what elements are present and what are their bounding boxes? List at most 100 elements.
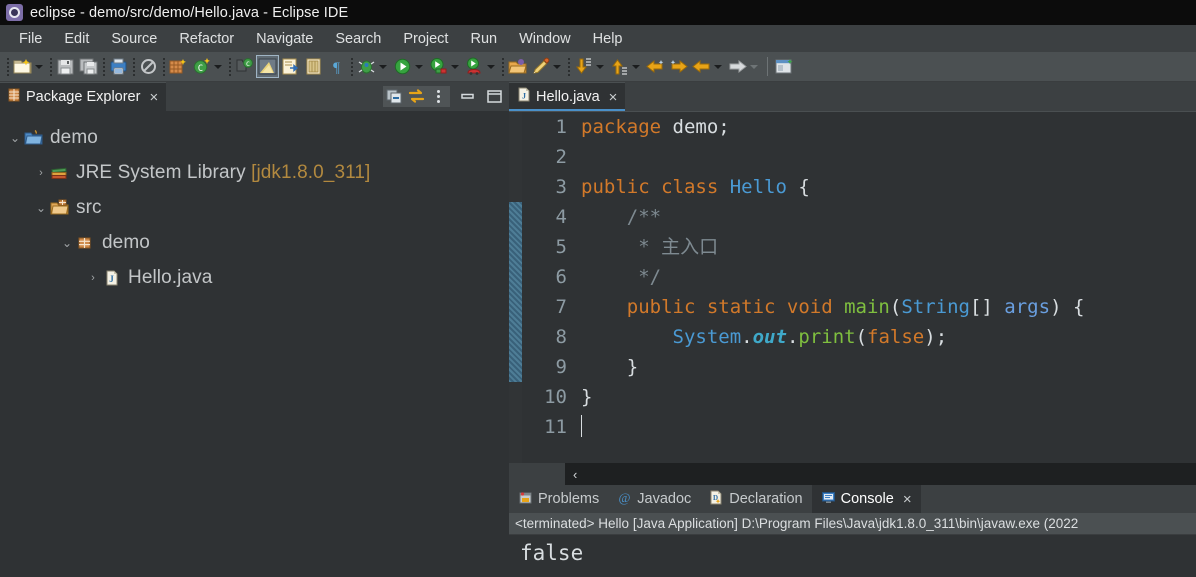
tab-declaration[interactable]: D Declaration bbox=[700, 485, 811, 513]
new-dropdown-arrow[interactable] bbox=[34, 57, 45, 77]
menu-search[interactable]: Search bbox=[324, 29, 392, 49]
minimize-icon[interactable] bbox=[458, 87, 477, 106]
tab-problems[interactable]: Problems bbox=[509, 485, 608, 513]
java-project-icon bbox=[24, 129, 44, 147]
eclipse-ide-window: eclipse - demo/src/demo/Hello.java - Ecl… bbox=[0, 0, 1196, 577]
server-dropdown-arrow[interactable] bbox=[486, 57, 497, 77]
last-edit-location-icon[interactable] bbox=[691, 56, 712, 77]
annotation-ruler[interactable] bbox=[509, 112, 522, 463]
search-icon[interactable] bbox=[530, 56, 551, 77]
show-whitespace-icon[interactable]: ¶ bbox=[326, 56, 347, 77]
toggle-mark-occurrences-icon[interactable] bbox=[303, 56, 324, 77]
chevron-right-icon[interactable]: › bbox=[84, 272, 102, 284]
line-number: 10 bbox=[544, 386, 567, 408]
open-resource-icon[interactable] bbox=[507, 56, 528, 77]
search-dropdown-arrow[interactable] bbox=[552, 57, 563, 77]
svg-text:¶: ¶ bbox=[333, 60, 340, 76]
open-type-icon[interactable]: C bbox=[234, 56, 255, 77]
previous-annotation-arrow[interactable] bbox=[631, 57, 642, 77]
maximize-icon[interactable] bbox=[485, 87, 504, 106]
line-content: } bbox=[581, 386, 593, 408]
debug-dropdown-arrow[interactable] bbox=[378, 57, 389, 77]
next-annotation-icon[interactable] bbox=[573, 56, 594, 77]
menu-source[interactable]: Source bbox=[100, 29, 168, 49]
tab-console[interactable]: Console × bbox=[811, 485, 921, 513]
package-icon bbox=[76, 234, 96, 252]
toolbar-separator bbox=[348, 57, 355, 77]
toolbar-separator bbox=[47, 57, 54, 77]
chevron-right-icon[interactable]: › bbox=[32, 167, 50, 179]
editor-horizontal-scrollbar[interactable]: ‹ bbox=[509, 463, 1196, 485]
menu-navigate[interactable]: Navigate bbox=[245, 29, 324, 49]
menu-refactor[interactable]: Refactor bbox=[168, 29, 245, 49]
print-icon[interactable] bbox=[108, 56, 129, 77]
menu-help[interactable]: Help bbox=[582, 29, 634, 49]
java-file-icon: J bbox=[102, 269, 122, 287]
forward-history-icon[interactable] bbox=[727, 56, 748, 77]
open-perspective-icon[interactable] bbox=[774, 56, 795, 77]
bottom-panel: Problems @ Javadoc D Declaration Console… bbox=[509, 485, 1196, 577]
chevron-down-icon[interactable]: ⌄ bbox=[32, 201, 50, 215]
tab-hello-java[interactable]: J Hello.java × bbox=[509, 82, 626, 112]
menu-file[interactable]: File bbox=[8, 29, 53, 49]
code-editor[interactable]: 1 package demo; 2 3 public class Hello { bbox=[509, 111, 1196, 463]
line-number: 8 bbox=[555, 326, 567, 348]
new-wizard-icon[interactable] bbox=[12, 56, 33, 77]
menu-bar: File Edit Source Refactor Navigate Searc… bbox=[0, 25, 1196, 52]
run-dropdown-arrow[interactable] bbox=[414, 57, 425, 77]
toolbar-separator bbox=[130, 57, 137, 77]
menu-window[interactable]: Window bbox=[508, 29, 582, 49]
close-icon[interactable]: × bbox=[149, 90, 158, 105]
coverage-dropdown-arrow[interactable] bbox=[450, 57, 461, 77]
line-number: 1 bbox=[555, 116, 567, 138]
tree-item-demo-project[interactable]: ⌄ demo bbox=[0, 120, 509, 155]
chevron-down-icon[interactable]: ⌄ bbox=[58, 236, 76, 250]
tree-item-hello-java[interactable]: › J Hello.java bbox=[0, 260, 509, 295]
close-icon[interactable]: × bbox=[609, 90, 618, 105]
save-all-icon[interactable] bbox=[78, 56, 99, 77]
tab-package-explorer[interactable]: Package Explorer × bbox=[0, 82, 167, 111]
menu-run[interactable]: Run bbox=[459, 29, 508, 49]
code-text-area[interactable]: 1 package demo; 2 3 public class Hello { bbox=[522, 112, 1196, 463]
scroll-left-icon[interactable]: ‹ bbox=[573, 467, 577, 482]
svg-text:C: C bbox=[198, 64, 203, 74]
build-all-icon[interactable] bbox=[168, 56, 189, 77]
new-java-class-icon[interactable]: C bbox=[191, 56, 212, 77]
coverage-icon[interactable] bbox=[428, 56, 449, 77]
save-icon[interactable] bbox=[55, 56, 76, 77]
debug-icon[interactable] bbox=[356, 56, 377, 77]
toolbar-separator bbox=[565, 57, 572, 77]
code-line: 6 */ bbox=[522, 262, 1196, 292]
code-line: 5 * 主入口 bbox=[522, 232, 1196, 262]
scrollbar-thumb[interactable]: ‹ bbox=[565, 463, 1196, 485]
link-with-editor-icon[interactable] bbox=[407, 87, 426, 106]
source-folder-icon bbox=[50, 199, 70, 217]
next-annotation-arrow[interactable] bbox=[595, 57, 606, 77]
no-refresh-icon[interactable] bbox=[138, 56, 159, 77]
jdk-version-suffix: [jdk1.8.0_311] bbox=[251, 161, 371, 183]
title-bar: eclipse - demo/src/demo/Hello.java - Ecl… bbox=[0, 0, 1196, 25]
code-line: 8 System.out.print(false); bbox=[522, 322, 1196, 352]
tab-javadoc[interactable]: @ Javadoc bbox=[608, 485, 700, 513]
close-icon[interactable]: × bbox=[903, 492, 912, 507]
view-menu-icon[interactable] bbox=[429, 87, 448, 106]
run-icon[interactable] bbox=[392, 56, 413, 77]
last-edit-arrow[interactable] bbox=[713, 57, 724, 77]
collapse-all-icon[interactable] bbox=[385, 87, 404, 106]
console-output[interactable]: false bbox=[509, 535, 1196, 577]
external-tools-icon[interactable] bbox=[280, 56, 301, 77]
menu-edit[interactable]: Edit bbox=[53, 29, 100, 49]
forward-icon[interactable] bbox=[668, 56, 689, 77]
back-icon[interactable] bbox=[645, 56, 666, 77]
line-number: 3 bbox=[555, 176, 567, 198]
package-explorer-tab-label: Package Explorer bbox=[26, 89, 141, 105]
new-class-dropdown-arrow[interactable] bbox=[213, 57, 224, 77]
tree-item-jre-system-library[interactable]: › JRE System Library [jdk1.8.0_311] bbox=[0, 155, 509, 190]
menu-project[interactable]: Project bbox=[392, 29, 459, 49]
tree-item-src[interactable]: ⌄ src bbox=[0, 190, 509, 225]
previous-annotation-icon[interactable] bbox=[609, 56, 630, 77]
chevron-down-icon[interactable]: ⌄ bbox=[6, 131, 24, 145]
run-as-server-icon[interactable] bbox=[464, 56, 485, 77]
java-perspective-icon[interactable] bbox=[256, 55, 279, 78]
tree-item-demo-package[interactable]: ⌄ demo bbox=[0, 225, 509, 260]
